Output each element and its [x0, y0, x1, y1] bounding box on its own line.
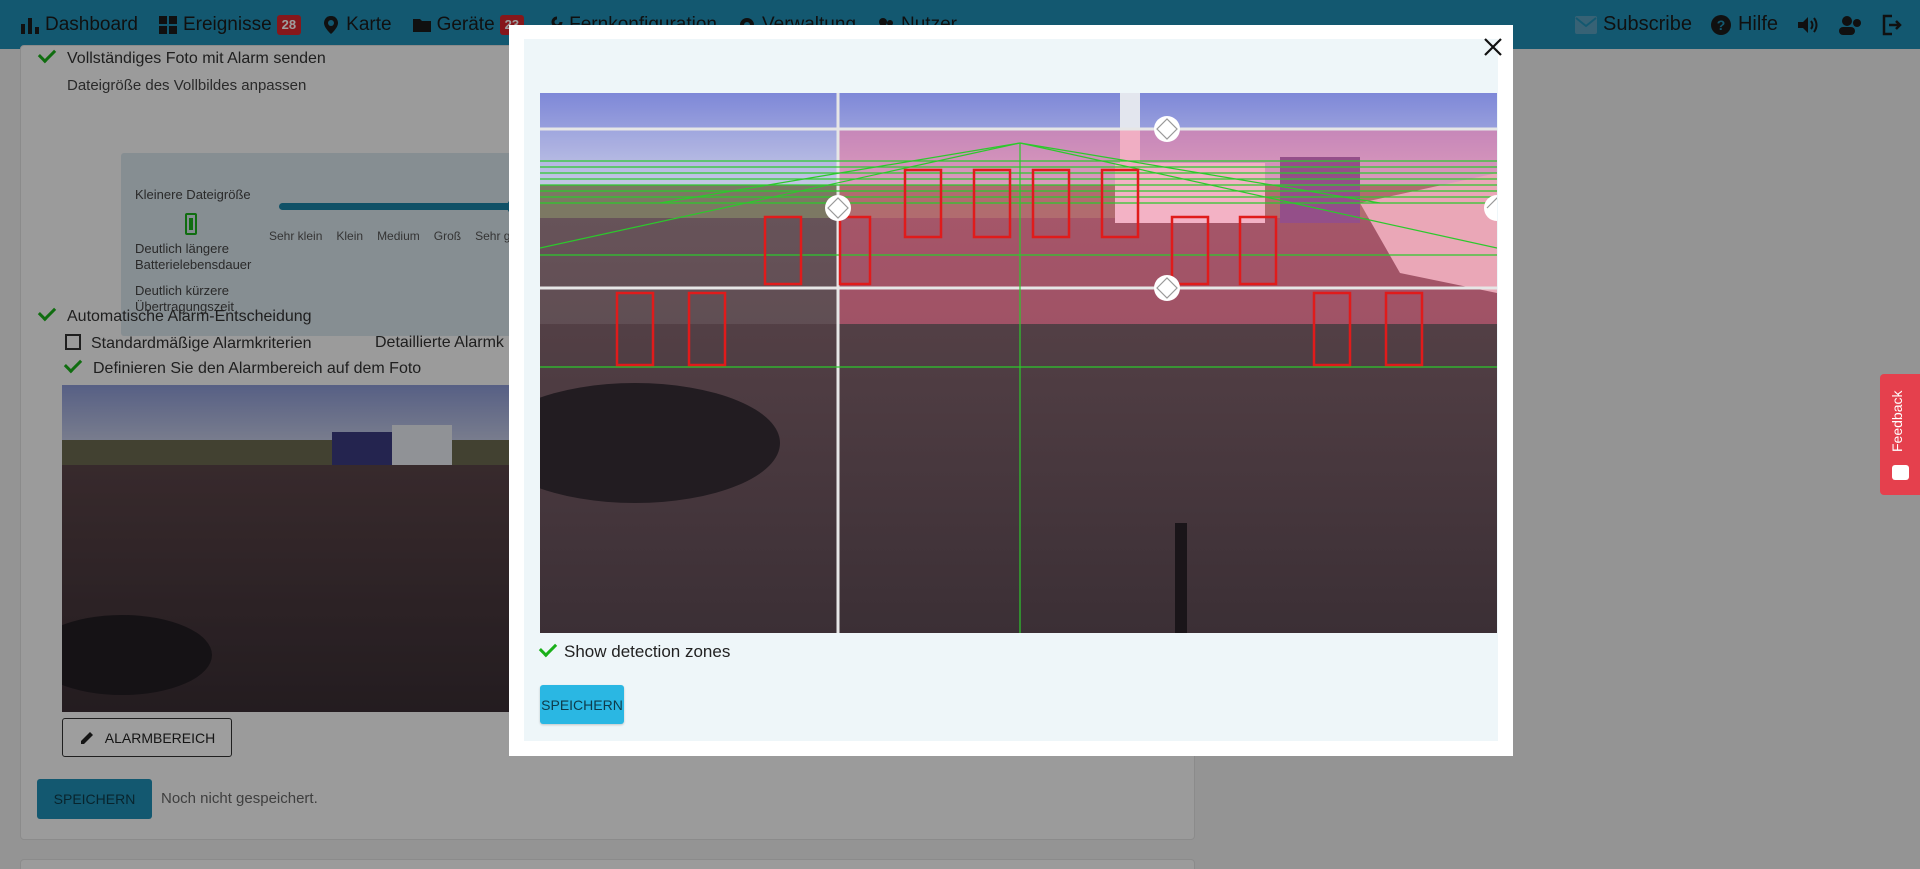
feedback-smiley-icon [1892, 465, 1909, 480]
show-detection-zones-toggle[interactable]: Show detection zones [538, 638, 731, 662]
camera-image-with-zones [540, 93, 1497, 633]
check-icon [538, 638, 558, 658]
save-zones-button[interactable]: SPEICHERN [540, 685, 624, 724]
show-detection-zones-label: Show detection zones [564, 642, 731, 661]
alarm-area-dialog: Show detection zones SPEICHERN [509, 25, 1513, 756]
feedback-tab[interactable]: Feedback [1880, 374, 1920, 495]
detection-zone-editor[interactable] [540, 93, 1497, 633]
feedback-label: Feedback [1889, 390, 1905, 452]
close-icon[interactable] [1479, 33, 1507, 61]
